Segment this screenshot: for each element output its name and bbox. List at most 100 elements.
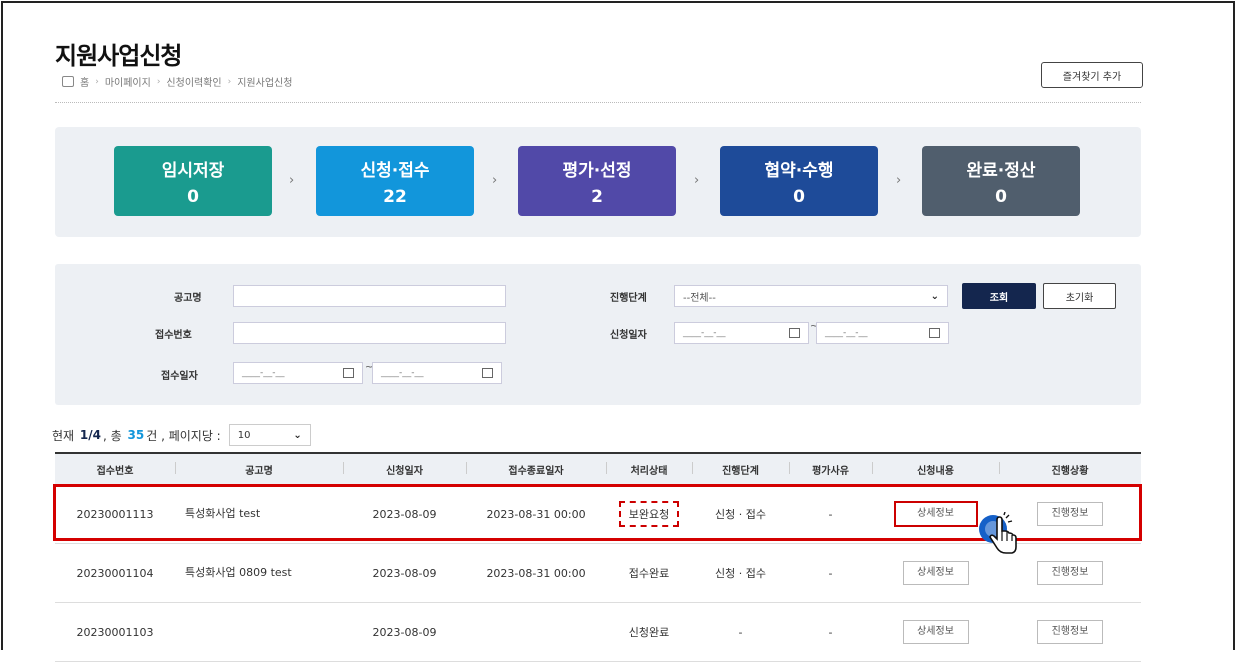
cell-apply-date: 2023-08-09 (343, 543, 466, 603)
step-label: 완료·정산 (966, 161, 1036, 181)
paging-total: 35 (127, 428, 145, 442)
paging-current: 1/4 (79, 428, 102, 442)
cell-reason: - (789, 484, 872, 544)
home-icon[interactable] (62, 76, 74, 87)
step-label: 임시저장 (161, 161, 225, 181)
cell-progress: 진행정보 (999, 602, 1141, 662)
date-placeholder: ____-__-__ (242, 368, 285, 378)
cell-apply-date: 2023-08-09 (343, 484, 466, 544)
step-complete[interactable]: 완료·정산 0 (922, 146, 1080, 216)
progress-button[interactable]: 진행정보 (1037, 561, 1103, 585)
chevron-down-icon: ⌄ (293, 429, 302, 441)
cell-apply-date: 2023-08-09 (343, 602, 466, 662)
table-header-row: 접수번호 공고명 신청일자 접수종료일자 처리상태 진행단계 평가사유 신청내용… (55, 452, 1141, 485)
receipt-date-from[interactable]: ____-__-__ (233, 362, 363, 384)
stage-select[interactable]: --전체-- ⌄ (674, 285, 948, 307)
cell-stage: 신청 · 접수 (692, 484, 789, 544)
receipt-date-label: 접수일자 (161, 371, 198, 382)
paging-suffix: 건 , 페이지당 : (146, 428, 221, 443)
detail-button[interactable]: 상세정보 (902, 561, 969, 585)
status-badge: 보완요청 (618, 501, 680, 527)
col-header: 평가사유 (789, 452, 872, 485)
cell-end-date (466, 602, 606, 662)
cell-notice-name[interactable]: 특성화사업 0809 test (175, 543, 343, 603)
per-page-value: 10 (237, 429, 251, 441)
status-steps-panel: 임시저장 0 › 신청·접수 22 › 평가·선정 2 › 협약·수행 0 › … (55, 127, 1141, 237)
col-header: 진행상황 (999, 452, 1141, 485)
chevron-right-icon: › (694, 173, 700, 188)
reset-button[interactable]: 초기화 (1043, 283, 1116, 309)
step-count: 0 (187, 187, 199, 207)
chevron-right-icon: › (156, 76, 161, 87)
cell-status: 신청완료 (606, 602, 692, 662)
page-title: 지원사업신청 (55, 42, 182, 70)
col-header: 접수종료일자 (466, 452, 606, 485)
paging-info: 현재 1/4 , 총 35 건 , 페이지당 : 10 ⌄ (52, 424, 311, 446)
apply-date-to[interactable]: ____-__-__ (816, 322, 949, 344)
apply-date-label: 신청일자 (610, 330, 647, 341)
paging-mid: , 총 (103, 428, 122, 443)
step-count: 0 (995, 187, 1007, 207)
step-count: 0 (793, 187, 805, 207)
detail-button[interactable]: 상세정보 (893, 501, 978, 527)
cell-notice-name[interactable] (175, 602, 343, 662)
breadcrumb: 홈 › 마이페이지 › 신청이력확인 › 지원사업신청 (62, 74, 292, 89)
breadcrumb-history[interactable]: 신청이력확인 (166, 74, 221, 89)
breadcrumb-mypage[interactable]: 마이페이지 (105, 74, 151, 89)
chevron-right-icon: › (227, 76, 232, 87)
table-row[interactable]: 20230001103 2023-08-09 신청완료 - - 상세정보 진행정… (55, 602, 1141, 662)
search-button[interactable]: 조회 (962, 283, 1036, 309)
step-count: 22 (383, 187, 407, 207)
hand-pointer-icon (979, 512, 1017, 554)
calendar-icon[interactable] (482, 368, 493, 378)
calendar-icon[interactable] (929, 328, 940, 338)
breadcrumb-home[interactable]: 홈 (80, 74, 89, 89)
cell-receipt-no: 20230001113 (55, 484, 175, 544)
calendar-icon[interactable] (343, 368, 354, 378)
col-header: 신청내용 (872, 452, 999, 485)
progress-button[interactable]: 진행정보 (1037, 502, 1103, 526)
step-count: 2 (591, 187, 603, 207)
cell-progress: 진행정보 (999, 543, 1141, 603)
per-page-select[interactable]: 10 ⌄ (228, 424, 311, 446)
calendar-icon[interactable] (789, 328, 800, 338)
stage-label: 진행단계 (610, 293, 647, 304)
cell-detail: 상세정보 (872, 602, 999, 662)
col-header: 공고명 (175, 452, 343, 485)
notice-name-input[interactable] (233, 285, 506, 307)
cell-reason: - (789, 543, 872, 603)
receipt-no-label: 접수번호 (155, 330, 192, 341)
notice-name-label: 공고명 (174, 293, 202, 304)
cell-stage: - (692, 602, 789, 662)
cell-stage: 신청 · 접수 (692, 543, 789, 603)
chevron-right-icon: › (492, 173, 498, 188)
cell-status: 보완요청 (606, 484, 692, 544)
paging-prefix: 현재 (52, 428, 75, 443)
cell-receipt-no: 20230001103 (55, 602, 175, 662)
progress-button[interactable]: 진행정보 (1037, 620, 1103, 644)
col-header: 진행단계 (692, 452, 789, 485)
chevron-right-icon: › (95, 76, 99, 87)
apply-date-from[interactable]: ____-__-__ (674, 322, 809, 344)
breadcrumb-current: 지원사업신청 (237, 78, 293, 89)
divider (55, 102, 1141, 103)
step-agreement[interactable]: 협약·수행 0 (720, 146, 878, 216)
add-favorite-button[interactable]: 즐겨찾기 추가 (1041, 62, 1143, 88)
cell-notice-name[interactable]: 특성화사업 test (175, 484, 343, 544)
receipt-no-input[interactable] (233, 322, 506, 344)
cell-end-date: 2023-08-31 00:00 (466, 543, 606, 603)
date-placeholder: ____-__-__ (683, 328, 726, 338)
receipt-date-to[interactable]: ____-__-__ (372, 362, 502, 384)
detail-button[interactable]: 상세정보 (902, 620, 969, 644)
chevron-down-icon: ⌄ (930, 290, 939, 302)
date-placeholder: ____-__-__ (825, 328, 868, 338)
step-evaluation[interactable]: 평가·선정 2 (518, 146, 676, 216)
step-apply[interactable]: 신청·접수 22 (316, 146, 474, 216)
chevron-right-icon: › (289, 173, 295, 188)
step-label: 신청·접수 (360, 161, 430, 181)
col-header: 접수번호 (55, 452, 175, 485)
cell-end-date: 2023-08-31 00:00 (466, 484, 606, 544)
cell-reason: - (789, 602, 872, 662)
step-temp-save[interactable]: 임시저장 0 (114, 146, 272, 216)
col-header: 신청일자 (343, 452, 466, 485)
